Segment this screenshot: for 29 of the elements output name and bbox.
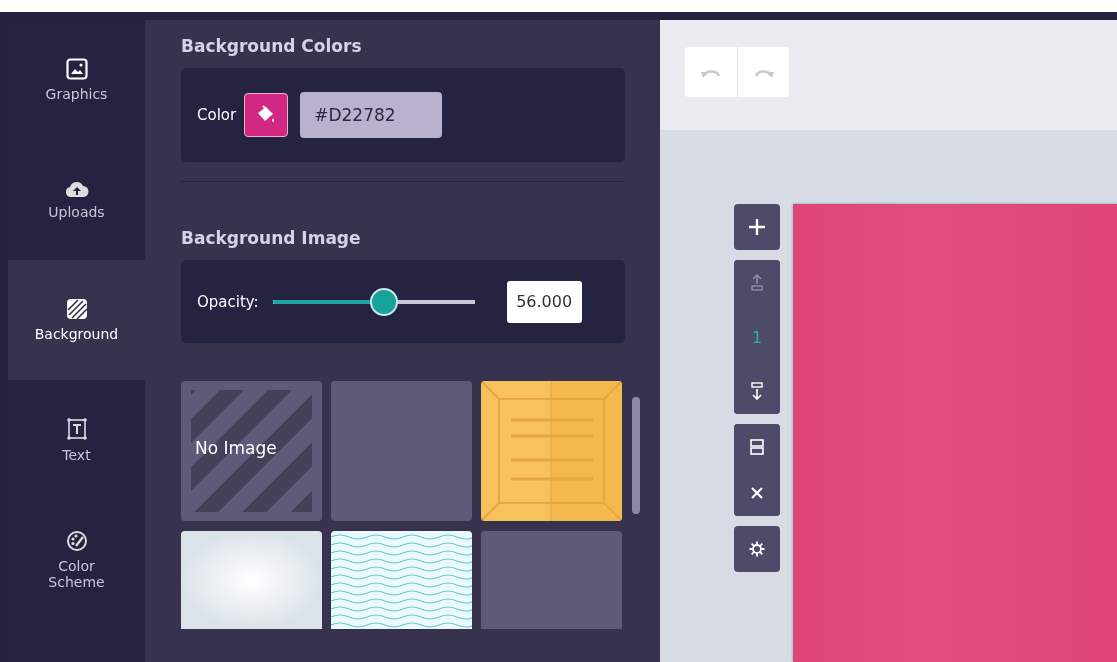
color-swatch-button[interactable]	[244, 93, 289, 137]
cloud-upload-icon	[64, 179, 89, 198]
sidebar-tab[interactable]: Background	[8, 260, 145, 380]
stacked-rows-icon	[750, 439, 764, 455]
slider-thumb[interactable]	[369, 287, 398, 316]
background-tile[interactable]: No Image	[181, 381, 322, 521]
sidebar-tab[interactable]: Uploads	[8, 140, 145, 260]
stripes-icon	[65, 297, 88, 320]
move-up-icon	[751, 274, 763, 292]
background-tile[interactable]	[181, 531, 322, 629]
settings-icon	[749, 541, 765, 557]
sidebar-tab[interactable]: Text	[8, 380, 145, 500]
section-title: Background Image	[181, 228, 362, 250]
plus-icon	[748, 218, 766, 236]
close-icon	[751, 487, 763, 499]
background-tile[interactable]	[481, 381, 622, 521]
opacity-value-field[interactable]: 56.000	[506, 280, 582, 323]
background-tile[interactable]	[331, 531, 472, 629]
text-box-icon	[65, 416, 88, 441]
scrollbar[interactable]	[632, 397, 640, 514]
color-label: Color	[197, 106, 237, 124]
move-down-icon	[751, 382, 763, 400]
opacity-label: Opacity:	[197, 292, 259, 311]
sidebar-tab[interactable]: Graphics	[8, 20, 145, 140]
hex-color-field[interactable]: #D22782	[300, 92, 443, 138]
palette-icon	[65, 529, 88, 552]
sidebar-tab[interactable]: Color Scheme	[8, 500, 145, 620]
section-title: Background Colors	[181, 36, 363, 58]
image-icon	[65, 57, 88, 80]
